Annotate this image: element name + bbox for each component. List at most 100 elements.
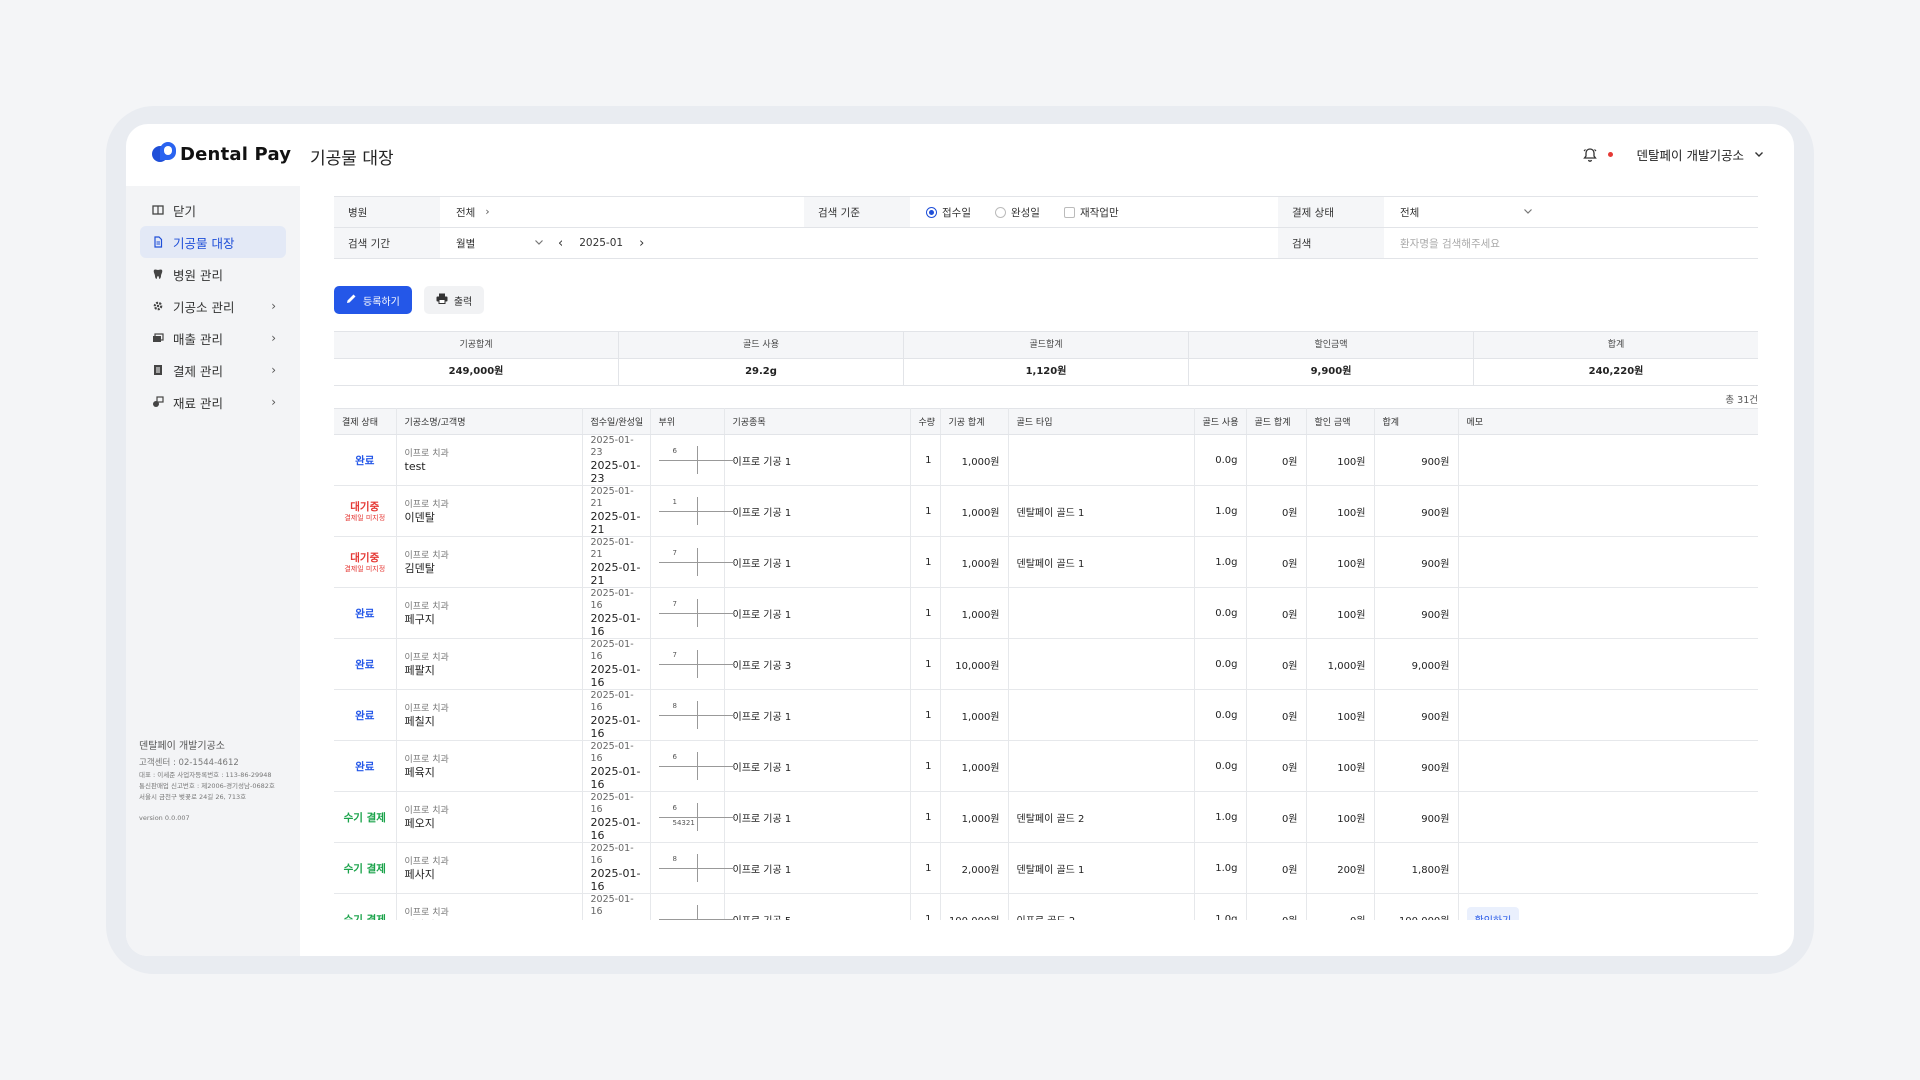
clinic-name: 이프로 치과 [404, 805, 449, 816]
hospital-select[interactable]: 전체 › [440, 197, 804, 227]
date-cell: 2025-01-162025-01-16 [582, 842, 651, 894]
qty-cell: 1 [910, 638, 941, 690]
status-text: 완료 [355, 658, 375, 671]
table-row[interactable]: 수기 결제 이프로 치과 페사지 2025-01-16 2025-01-16 8 이프로 기… [334, 842, 1758, 894]
sidebar-item-ledger[interactable]: 기공물 대장 [140, 226, 286, 258]
status-cell: 대기중 결제일 미지정 [334, 536, 397, 588]
status-text: 대기중 [350, 501, 380, 513]
company-line: 대표 : 이세준 사업자등록번호 : 113-86-29948 [139, 771, 272, 779]
logo[interactable]: Dental Pay [152, 142, 291, 166]
received-date: 2025-01-16 [590, 843, 634, 866]
gold-type-cell: 이프로 골드 2 [1008, 893, 1195, 920]
patient-name: 페구지 [404, 612, 435, 626]
status-text: 수기 결제 [343, 811, 386, 824]
column-header: 부위 [650, 408, 725, 435]
register-label: 등록하기 [363, 296, 400, 308]
tooth-chart-cell: 1 [650, 485, 735, 537]
sidebar: 닫기 기공물 대장 병원 관리 기공소 관리 › 매출 관리 › 결제 관리 ›… [126, 186, 300, 956]
table-row[interactable]: 완료 이프로 치과 페칠지 2025-01-16 2025-01-16 8 이프로 기공 1… [334, 689, 1758, 741]
sidebar-item-hospital[interactable]: 병원 관리 [140, 258, 286, 290]
status-text: 완료 [355, 607, 375, 620]
item-cell: 이프로 기공 5 [724, 893, 911, 920]
memo-button[interactable]: 확인하기 [1466, 906, 1520, 920]
table-row[interactable]: 완료 이프로 치과 페팔지 2025-01-16 2025-01-16 7 이프로 기공 3… [334, 638, 1758, 690]
item-cell: 이프로 기공 1 [724, 485, 911, 537]
qty-cell: 1 [910, 689, 941, 741]
version-text: version 0.0.007 [139, 814, 190, 822]
lab-total-cell: 100,000원 [940, 893, 1009, 920]
chevron-down-icon [534, 237, 544, 250]
tooth-chart-cell: 432 [650, 893, 735, 920]
payment-select[interactable]: 전체 [1384, 197, 1758, 227]
criteria-label: 검색 기준 [804, 197, 910, 227]
sidebar-item-close[interactable]: 닫기 [140, 194, 286, 226]
summary-value: 1,120원 [904, 359, 1189, 385]
prev-month-button[interactable]: ‹ [558, 236, 563, 251]
register-button[interactable]: 등록하기 [334, 286, 412, 314]
status-cell: 완료 [334, 638, 397, 690]
column-header: 골드 합계 [1246, 408, 1307, 435]
tooth-upper-left: 8 [672, 702, 677, 710]
table-row[interactable]: 대기중 결제일 미지정 이프로 치과 이덴탈 2025-01-21 2025-01-21 1… [334, 485, 1758, 537]
table-row[interactable]: 수기 결제 이프로 치과 페오지 2025-01-16 2025-01-16 6 54321… [334, 791, 1758, 843]
sidebar-item-lab[interactable]: 기공소 관리 › [140, 290, 286, 322]
sidebar-item-label: 매출 관리 [173, 331, 223, 347]
table-row[interactable]: 수기 결제이프로 치과페삼지2025-01-162025-01-16432이프로… [334, 893, 1758, 921]
column-header: 기공종목 [724, 408, 911, 435]
radio-received[interactable]: 접수일 [926, 205, 971, 220]
summary-value: 29.2g [619, 359, 904, 385]
printer-icon [436, 293, 448, 307]
gold-type-cell: 덴탈페이 골드 2 [1008, 791, 1195, 843]
patient-name: test [404, 459, 426, 473]
memo-cell [1458, 842, 1758, 894]
lab-total-cell: 1,000원 [940, 740, 1009, 792]
clinic-name: 이프로 치과 [404, 448, 449, 459]
total-cell: 900원 [1374, 587, 1459, 639]
received-date: 2025-01-21 [590, 537, 634, 560]
status-text: 대기중 [350, 552, 380, 564]
gold-use-cell: 1.0g [1194, 791, 1247, 843]
gold-use-cell: 1.0g [1194, 842, 1247, 894]
clinic-patient-cell: 이프로 치과 페구지 [396, 587, 583, 639]
table-row[interactable]: 완료 이프로 치과 페육지 2025-01-16 2025-01-16 6 이프로 기공 1… [334, 740, 1758, 792]
chevron-down-icon[interactable] [1754, 147, 1764, 162]
total-cell: 900원 [1374, 791, 1459, 843]
filter-panel: 병원 전체 › 검색 기준 접수일 완성일 재작업만 결제 상태 전체 검색 기… [334, 196, 1758, 259]
clinic-name: 이프로 치과 [404, 499, 449, 510]
discount-cell: 100원 [1306, 587, 1375, 639]
date-cell: 2025-01-162025-01-16 [582, 893, 651, 920]
sidebar-item-sales[interactable]: 매출 관리 › [140, 322, 286, 354]
table-row[interactable]: 대기중 결제일 미지정 이프로 치과 김덴탈 2025-01-21 2025-01-21 7… [334, 536, 1758, 588]
clinic-patient-cell: 이프로 치과 이덴탈 [396, 485, 583, 537]
payment-label: 결제 상태 [1278, 197, 1384, 227]
tooth-chart-cell: 6 54321 [650, 791, 735, 843]
column-header: 기공소명/고객명 [396, 408, 583, 435]
period-type-value: 월별 [456, 237, 476, 250]
patient-name: 페삼지 [405, 919, 574, 921]
date-cell: 2025-01-162025-01-16 [582, 791, 651, 843]
status-cell: 완료 [334, 740, 397, 792]
sidebar-item-payment[interactable]: 결제 관리 › [140, 354, 286, 386]
column-header: 결제 상태 [334, 408, 397, 435]
completed-date: 2025-01-16 [590, 663, 641, 689]
status-cell: 수기 결제 [334, 791, 397, 843]
table-row[interactable]: 완료 이프로 치과 test 2025-01-23 2025-01-23 6 이프로 기공 … [334, 434, 1758, 486]
gold-use-cell: 0.0g [1194, 740, 1247, 792]
rework-checkbox[interactable]: 재작업만 [1063, 205, 1119, 220]
sidebar-item-materials[interactable]: 재료 관리 › [140, 386, 286, 418]
total-cell: 900원 [1374, 434, 1459, 486]
tooth-chart-cell: 6 [650, 740, 735, 792]
gear-icon [152, 300, 164, 312]
discount-cell: 100원 [1306, 536, 1375, 588]
total-cell: 900원 [1374, 485, 1459, 537]
bell-icon[interactable] [1582, 147, 1598, 163]
gold-use-cell: 1.0g [1194, 485, 1247, 537]
radio-completed[interactable]: 완성일 [994, 205, 1040, 220]
user-name[interactable]: 덴탈페이 개발기공소 [1637, 145, 1744, 164]
search-input[interactable]: 환자명을 검색해주세요 [1384, 228, 1758, 258]
print-button[interactable]: 출력 [423, 286, 485, 314]
next-month-button[interactable]: › [639, 236, 644, 251]
table-row[interactable]: 완료 이프로 치과 페구지 2025-01-16 2025-01-16 7 이프로 기공 1… [334, 587, 1758, 639]
period-type-select[interactable]: 월별 [456, 236, 544, 251]
chevron-down-icon [1523, 206, 1533, 219]
